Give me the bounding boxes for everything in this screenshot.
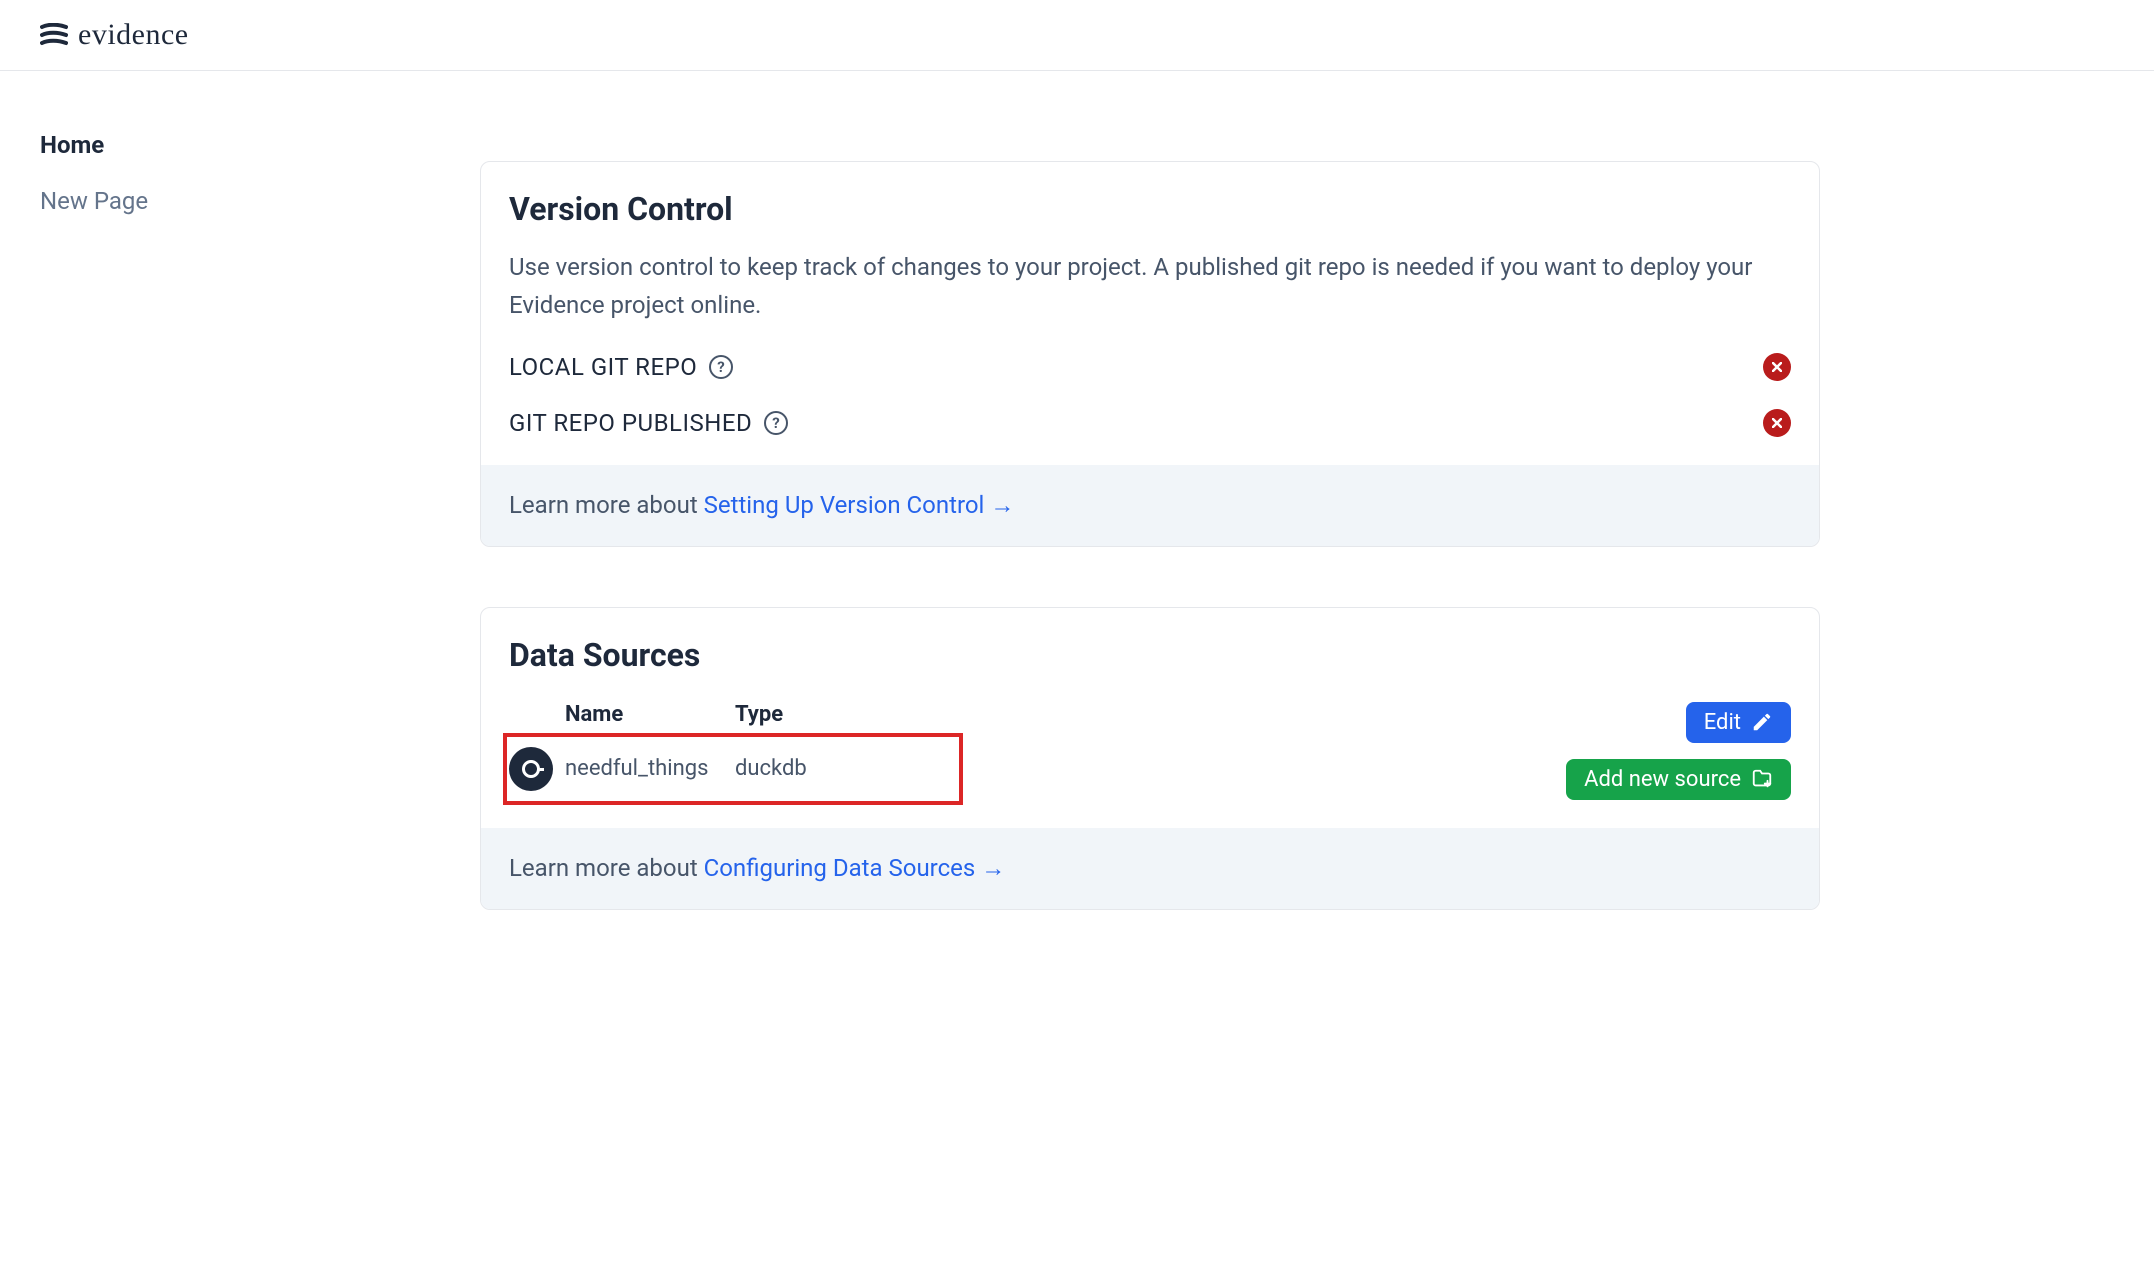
- local-git-repo-row: LOCAL GIT REPO ?: [509, 353, 1791, 381]
- status-badge-error: [1763, 409, 1791, 437]
- folder-plus-icon: [1751, 768, 1773, 790]
- version-control-footer: Learn more about Setting Up Version Cont…: [481, 465, 1819, 546]
- version-control-title: Version Control: [509, 190, 1791, 228]
- logo[interactable]: evidence: [40, 18, 189, 52]
- data-sources-title: Data Sources: [509, 636, 1791, 674]
- git-repo-published-row: GIT REPO PUBLISHED ?: [509, 409, 1791, 437]
- sidebar: Home New Page: [0, 71, 300, 1030]
- data-sources-learn-more-link[interactable]: Configuring Data Sources →: [704, 854, 1006, 882]
- footer-prefix: Learn more about: [509, 854, 704, 882]
- help-icon[interactable]: ?: [709, 355, 733, 379]
- add-new-source-label: Add new source: [1584, 767, 1741, 792]
- version-control-card: Version Control Use version control to k…: [480, 161, 1820, 547]
- column-header-type: Type: [735, 702, 783, 727]
- local-git-repo-label: LOCAL GIT REPO: [509, 353, 697, 381]
- main-content: Version Control Use version control to k…: [300, 71, 1900, 1030]
- data-sources-table-header: Name Type: [509, 702, 1566, 727]
- data-source-name: needful_things: [565, 756, 735, 781]
- footer-prefix: Learn more about: [509, 491, 704, 519]
- logo-icon: [40, 23, 68, 47]
- data-sources-footer: Learn more about Configuring Data Source…: [481, 828, 1819, 909]
- column-header-name: Name: [565, 702, 735, 727]
- header: evidence: [0, 0, 2154, 71]
- data-source-row[interactable]: needful_things duckdb: [509, 739, 1566, 799]
- add-new-source-button[interactable]: Add new source: [1566, 759, 1791, 800]
- logo-text: evidence: [78, 18, 189, 52]
- data-source-type: duckdb: [735, 756, 807, 781]
- sidebar-item-new-page[interactable]: New Page: [40, 187, 260, 215]
- version-control-learn-more-link[interactable]: Setting Up Version Control →: [704, 491, 1015, 519]
- git-repo-published-label: GIT REPO PUBLISHED: [509, 409, 752, 437]
- pencil-icon: [1751, 711, 1773, 733]
- edit-button[interactable]: Edit: [1686, 702, 1791, 743]
- version-control-description: Use version control to keep track of cha…: [509, 248, 1791, 325]
- help-icon[interactable]: ?: [764, 411, 788, 435]
- status-badge-error: [1763, 353, 1791, 381]
- duckdb-icon: [509, 747, 553, 791]
- data-sources-card: Data Sources Name Type: [480, 607, 1820, 910]
- sidebar-item-home[interactable]: Home: [40, 131, 260, 159]
- edit-button-label: Edit: [1704, 710, 1741, 735]
